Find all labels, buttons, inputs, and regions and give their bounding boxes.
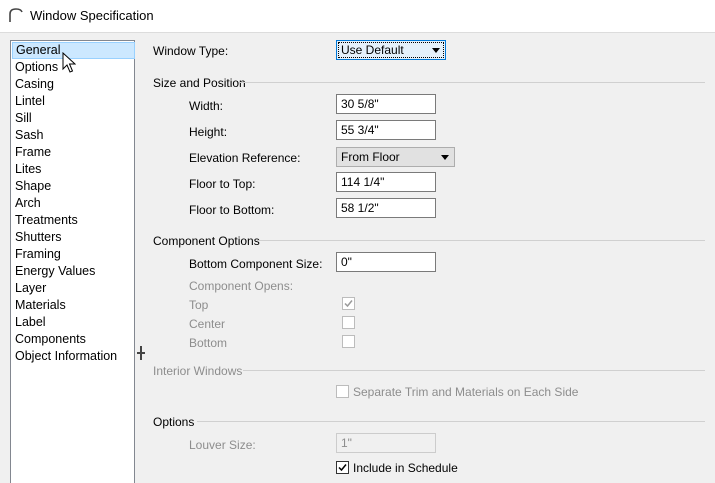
elevation-reference-value: From Floor	[341, 150, 400, 164]
section-divider	[197, 421, 705, 422]
sidebar-item-arch[interactable]: Arch	[12, 195, 135, 212]
include-in-schedule-label: Include in Schedule	[353, 461, 458, 475]
sidebar-item-label[interactable]: Label	[12, 314, 135, 331]
floor-to-top-label: Floor to Top:	[189, 177, 256, 191]
bottom-label: Bottom	[189, 336, 228, 350]
section-divider	[243, 370, 705, 371]
top-checkbox[interactable]	[342, 297, 355, 310]
center-checkbox[interactable]	[342, 316, 355, 329]
floor-to-bottom-label: Floor to Bottom:	[189, 203, 275, 217]
window-type-value: Use Default	[341, 43, 404, 57]
floor-to-top-field[interactable]: 114 1/4"	[336, 172, 436, 192]
app-arch-icon	[9, 8, 23, 22]
elevation-reference-select[interactable]: From Floor	[336, 147, 455, 167]
window-title: Window Specification	[30, 8, 154, 23]
size-position-heading: Size and Position	[153, 76, 246, 90]
bottom-checkbox[interactable]	[342, 335, 355, 348]
sidebar-item-shape[interactable]: Shape	[12, 178, 135, 195]
floor-to-bottom-field[interactable]: 58 1/2"	[336, 198, 436, 218]
options-heading: Options	[153, 415, 195, 429]
general-panel: Window Type: Use Default Size and Positi…	[145, 33, 715, 483]
section-divider	[257, 240, 705, 241]
sidebar-item-treatments[interactable]: Treatments	[12, 212, 135, 229]
sidebar-item-frame[interactable]: Frame	[12, 144, 135, 161]
elevation-reference-label: Elevation Reference:	[189, 151, 301, 165]
category-list[interactable]: General Options Casing Lintel Sill Sash …	[10, 40, 135, 483]
bottom-component-size-label: Bottom Component Size:	[189, 257, 323, 271]
sidebar-item-layer[interactable]: Layer	[12, 280, 135, 297]
sidebar-item-sill[interactable]: Sill	[12, 110, 135, 127]
width-label: Width:	[189, 99, 224, 113]
sidebar-item-framing[interactable]: Framing	[12, 246, 135, 263]
sidebar-item-lintel[interactable]: Lintel	[12, 93, 135, 110]
check-icon	[344, 300, 353, 308]
separate-trim-label: Separate Trim and Materials on Each Side	[353, 385, 579, 399]
include-in-schedule-checkbox[interactable]	[336, 461, 349, 474]
sidebar-item-casing[interactable]: Casing	[12, 76, 135, 93]
component-options-heading: Component Options	[153, 234, 260, 248]
louver-size-field[interactable]: 1"	[336, 433, 436, 453]
center-label: Center	[189, 317, 226, 331]
component-opens-label: Component Opens:	[189, 279, 294, 293]
splitter-handle-icon[interactable]	[137, 346, 145, 360]
title-bar: Window Specification	[0, 0, 715, 33]
sidebar-item-components[interactable]: Components	[12, 331, 135, 348]
sidebar-item-energy-values[interactable]: Energy Values	[12, 263, 135, 280]
separate-trim-checkbox[interactable]	[336, 385, 349, 398]
louver-size-label: Louver Size:	[189, 438, 256, 452]
sidebar-item-sash[interactable]: Sash	[12, 127, 135, 144]
chevron-down-icon	[432, 48, 440, 53]
window-type-select[interactable]: Use Default	[336, 40, 446, 60]
chevron-down-icon	[441, 155, 449, 160]
width-field[interactable]: 30 5/8"	[336, 94, 436, 114]
window-type-label: Window Type:	[153, 44, 229, 58]
sidebar-item-shutters[interactable]: Shutters	[12, 229, 135, 246]
height-field[interactable]: 55 3/4"	[336, 120, 436, 140]
mouse-cursor-icon	[62, 52, 76, 73]
section-divider	[240, 82, 705, 83]
bottom-component-size-field[interactable]: 0"	[336, 252, 436, 272]
sidebar-item-lites[interactable]: Lites	[12, 161, 135, 178]
top-label: Top	[189, 298, 209, 312]
check-icon	[338, 464, 347, 472]
interior-windows-heading: Interior Windows	[153, 364, 243, 378]
height-label: Height:	[189, 125, 228, 139]
sidebar-item-materials[interactable]: Materials	[12, 297, 135, 314]
sidebar-item-object-information[interactable]: Object Information	[12, 348, 135, 365]
